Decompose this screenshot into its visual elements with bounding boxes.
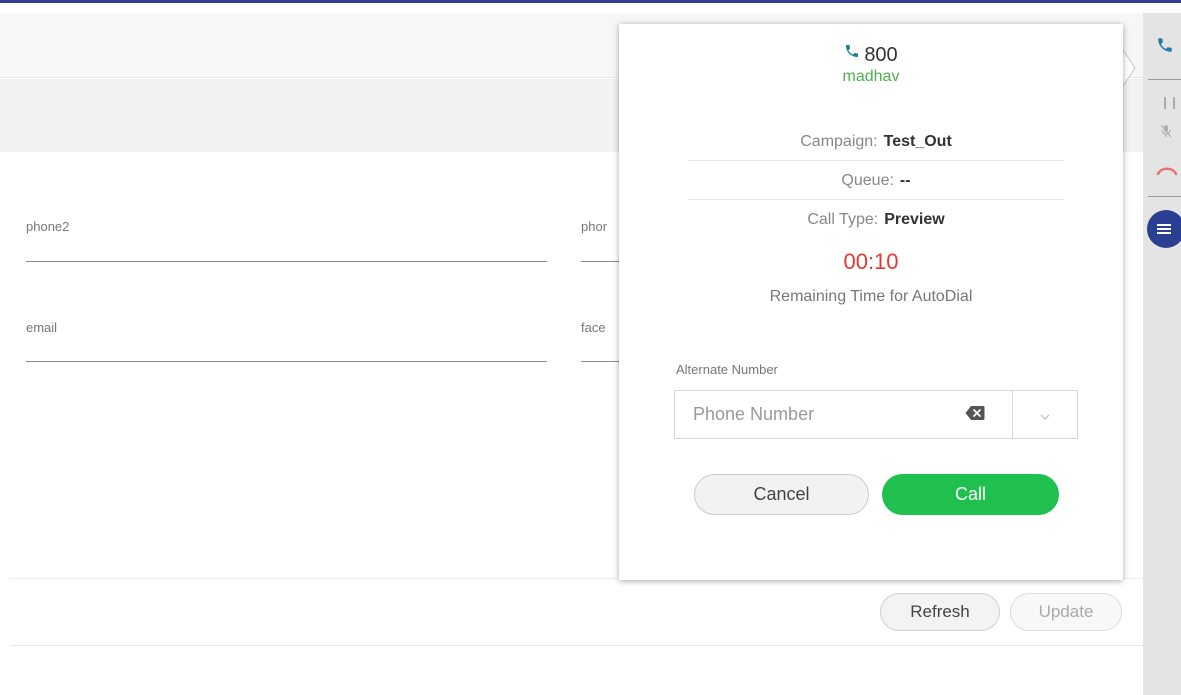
call-control-rail (1143, 13, 1181, 695)
cancel-button[interactable]: Cancel (694, 474, 869, 515)
alternate-number-field (674, 390, 1078, 439)
phone2-label: phone2 (26, 219, 70, 234)
queue-value: -- (899, 172, 911, 189)
campaign-value: Test_Out (883, 133, 952, 150)
dropdown-divider (1012, 391, 1013, 438)
phone3-label: phor (581, 219, 608, 234)
dialed-number: 800 (864, 44, 898, 66)
call-type-label: Call Type: (807, 211, 879, 228)
autodial-timer: 00:10 (843, 249, 899, 274)
facebook-field[interactable] (581, 361, 619, 362)
alternate-number-label: Alternate Number (676, 362, 778, 377)
phone2-field[interactable] (26, 261, 547, 262)
contact-name: madhav (842, 68, 900, 85)
hangup-icon[interactable] (1156, 164, 1178, 182)
email-field[interactable] (26, 361, 547, 362)
chevron-down-icon[interactable] (1040, 408, 1050, 426)
queue-row: Queue: -- (689, 162, 1063, 200)
refresh-button[interactable]: Refresh (880, 593, 1000, 631)
popup-pointer (1122, 49, 1137, 87)
call-button[interactable]: Call (882, 474, 1059, 515)
queue-label: Queue: (841, 172, 894, 189)
call-type-value: Preview (884, 211, 945, 228)
footer-divider-bottom (10, 645, 1143, 646)
campaign-row: Campaign: Test_Out (689, 123, 1063, 161)
phone-icon (844, 42, 860, 65)
rail-divider (1148, 196, 1181, 197)
pause-icon[interactable]: ❙❙ (1160, 95, 1179, 109)
menu-icon[interactable] (1147, 210, 1181, 248)
facebook-label: face (581, 320, 606, 335)
phone-number-input[interactable] (675, 391, 958, 438)
app-root: phone2 phor email face Refresh Update ❙❙… (0, 0, 1181, 695)
dialed-number-row: 800 (619, 42, 1123, 67)
timer-caption: Remaining Time for AutoDial (769, 288, 973, 305)
call-type-row: Call Type: Preview (689, 201, 1063, 239)
top-border (0, 0, 1181, 3)
backspace-icon[interactable] (965, 405, 985, 426)
mute-icon[interactable] (1160, 124, 1172, 143)
update-button[interactable]: Update (1010, 593, 1122, 631)
rail-divider (1148, 79, 1181, 80)
email-label: email (26, 320, 58, 335)
phone-icon[interactable] (1156, 36, 1174, 59)
preview-call-popup: 800 madhav Campaign: Test_Out Queue: -- Ca… (619, 24, 1123, 580)
phone3-field[interactable] (581, 261, 619, 262)
campaign-label: Campaign: (800, 133, 878, 150)
